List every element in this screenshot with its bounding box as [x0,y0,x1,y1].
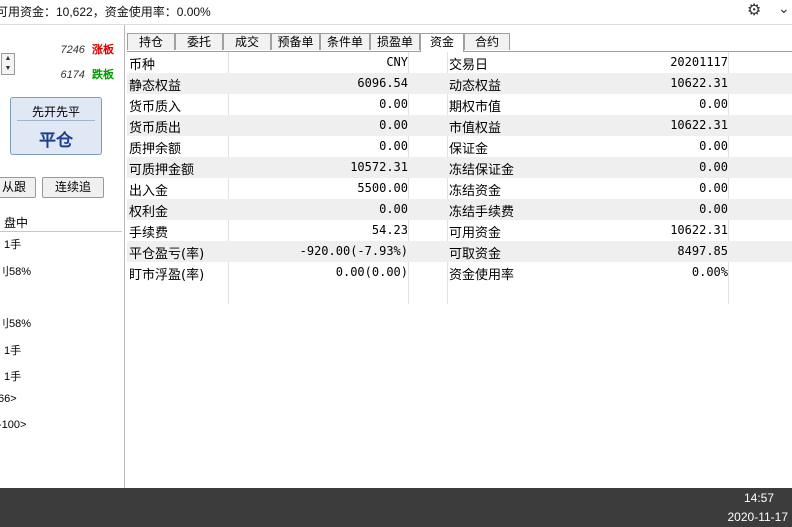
limit-down-label[interactable]: 跌板 [92,69,114,81]
field-value: 0.00% [691,265,728,279]
account-summary-bar: 可用资金：10,622，资金使用率：0.00% ⚙ ⌄ [0,0,792,25]
account-panel: 持仓 委托 成交 预备单 条件单 损盈单 资金 合约 币种 CNY 交易日 20… [127,25,792,488]
tab-preorders[interactable]: 预备单 [271,33,320,50]
field-label: 冻结手续费 [449,205,515,220]
field-value: 0.00 [379,139,408,153]
tab-trades[interactable]: 成交 [223,33,271,50]
field-value: 10622.31 [670,76,728,90]
field-label: 货币质出 [129,121,182,136]
taskbar: 14:57 2020-11-17 [0,488,792,527]
table-row: 盯市浮盈(率) 0.00(0.00) 资金使用率 0.00% [127,262,792,283]
table-row: 静态权益 6096.54 动态权益 10622.31 [127,73,792,94]
table-row: 货币质入 0.00 期权市值 0.00 [127,94,792,115]
field-value: 10622.31 [670,118,728,132]
list-item: 1手 [4,345,22,357]
close-position-label: 平仓 [39,131,73,150]
chevron-down-icon[interactable]: ⌄ [778,1,790,17]
field-label: 冻结保证金 [449,163,515,178]
close-mode-label: 先开先平 [31,105,80,119]
field-label: 出入金 [129,184,169,199]
field-label: 手续费 [129,226,169,241]
limit-up-price: 7246 [60,44,85,56]
follow-button[interactable]: 从跟 [0,177,36,198]
field-label: 保证金 [449,142,489,157]
list-item: 刂58% [0,318,32,330]
field-value: 0.00 [379,97,408,111]
field-value: 5500.00 [357,181,408,195]
field-value: 6096.54 [357,76,408,90]
table-row: 出入金 5500.00 冻结资金 0.00 [127,178,792,199]
limit-down-row: 6174 跌板 [60,66,114,82]
gear-icon[interactable]: ⚙ [747,0,761,19]
field-value: 10622.31 [670,223,728,237]
field-label: 资金使用率 [449,268,515,283]
field-label: 静态权益 [129,79,182,94]
table-row: 货币质出 0.00 市值权益 10622.31 [127,115,792,136]
field-value: 8497.85 [677,244,728,258]
field-value: CNY [386,55,408,69]
tab-funds[interactable]: 资金 [420,33,464,52]
field-label: 市值权益 [449,121,502,136]
list-item: 66> [0,393,17,405]
table-row: 平仓盈亏(率) -920.00(-7.93%) 可取资金 8497.85 [127,241,792,262]
field-value: -920.00(-7.93%) [299,244,408,258]
field-label: 权利金 [129,205,169,220]
field-value: 0.00 [699,139,728,153]
field-label: 可质押金额 [129,163,195,178]
list-item: 1手 [4,371,22,383]
table-row: 币种 CNY 交易日 20201117 [127,52,792,73]
field-value: 10572.31 [350,160,408,174]
table-row: 权利金 0.00 冻结手续费 0.00 [127,199,792,220]
tab-conditional-orders[interactable]: 条件单 [320,33,370,50]
continuous-chase-button[interactable]: 连续追 [42,177,104,198]
tab-contracts[interactable]: 合约 [464,33,510,50]
clock-time[interactable]: 14:57 [744,491,774,505]
list-item: 刂58% [0,266,32,278]
table-row: 手续费 54.23 可用资金 10622.31 [127,220,792,241]
field-value: 0.00 [699,181,728,195]
tab-orders[interactable]: 委托 [175,33,223,50]
tab-positions[interactable]: 持仓 [127,33,175,50]
limit-up-label[interactable]: 涨板 [92,44,114,56]
field-value: 54.23 [371,223,408,237]
limit-down-price: 6174 [60,69,85,81]
clock-date[interactable]: 2020-11-17 [728,510,789,524]
divider [17,120,95,121]
list-item: -100> [0,419,27,431]
field-label: 盯市浮盈(率) [129,268,205,283]
field-value: 0.00 [699,202,728,216]
field-value: 0.00 [379,202,408,216]
field-label: 可取资金 [449,247,502,262]
order-panel: 7246 涨板 ▲ ▼ 6174 跌板 先开先平 平仓 从跟 连续追 盘中 1手 … [0,25,125,488]
field-label: 冻结资金 [449,184,502,199]
field-value: 0.00 [379,118,408,132]
field-label: 质押余额 [129,142,182,157]
field-label: 货币质入 [129,100,182,115]
list-item: 1手 [4,239,22,251]
field-label: 交易日 [449,58,489,73]
table-row: 可质押金额 10572.31 冻结保证金 0.00 [127,157,792,178]
tab-stop-orders[interactable]: 损盈单 [370,33,420,50]
field-label: 可用资金 [449,226,502,241]
price-stepper[interactable]: ▲ ▼ [1,53,15,75]
funds-summary: 可用资金：10,622，资金使用率：0.00% [0,5,211,19]
param-list: 1手 刂58% 刂58% 1手 1手 66> -100> [0,231,122,489]
tab-bar: 持仓 委托 成交 预备单 条件单 损盈单 资金 合约 [127,33,792,52]
limit-up-row: 7246 涨板 [60,41,114,57]
field-value: 0.00 [699,97,728,111]
field-label: 币种 [129,58,156,73]
field-label: 平仓盈亏(率) [129,247,205,262]
close-position-button[interactable]: 先开先平 平仓 [10,97,102,155]
field-value: 0.00 [699,160,728,174]
field-label: 动态权益 [449,79,502,94]
field-value: 0.00(0.00) [335,265,408,279]
table-row: 质押余额 0.00 保证金 0.00 [127,136,792,157]
section-title: 盘中 [4,216,29,230]
field-value: 20201117 [670,55,728,69]
field-label: 期权市值 [449,100,502,115]
